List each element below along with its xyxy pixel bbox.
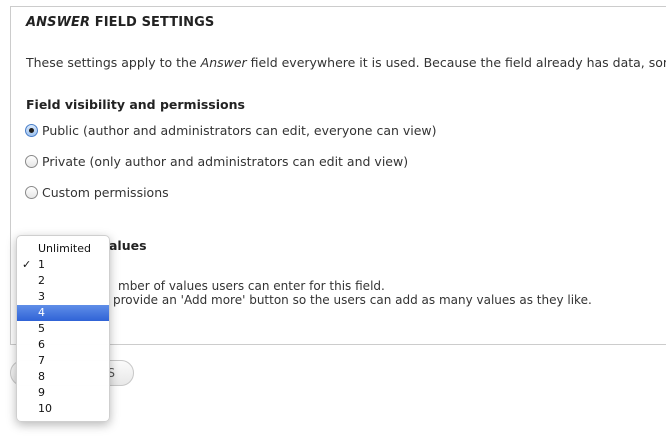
legend-text: FIELD SETTINGS [90, 15, 215, 30]
option-label: 8 [38, 370, 45, 383]
dropdown-option-1[interactable]: ✓ 1 [17, 257, 109, 273]
option-label: Unlimited [38, 242, 91, 255]
values-description-line2: provide an 'Add more' button so the user… [113, 293, 592, 307]
radio-private-button[interactable] [25, 155, 38, 168]
option-label: 10 [38, 402, 52, 415]
intro-prefix: These settings apply to the [26, 55, 201, 70]
option-label: 4 [38, 306, 45, 319]
intro-text: These settings apply to the Answer field… [26, 55, 666, 70]
dropdown-option-3[interactable]: 3 [17, 289, 109, 305]
dropdown-option-8[interactable]: 8 [17, 369, 109, 385]
visibility-section-title: Field visibility and permissions [26, 97, 245, 112]
radio-option-public[interactable]: Public (author and administrators can ed… [25, 123, 437, 138]
dropdown-option-9[interactable]: 9 [17, 385, 109, 401]
radio-option-private[interactable]: Private (only author and administrators … [25, 154, 408, 169]
option-label: 6 [38, 338, 45, 351]
option-label: 7 [38, 354, 45, 367]
radio-custom-button[interactable] [25, 186, 38, 199]
dropdown-option-unlimited[interactable]: Unlimited [17, 241, 109, 257]
intro-field-name: Answer [200, 55, 247, 70]
radio-option-custom[interactable]: Custom permissions [25, 185, 169, 200]
dropdown-option-2[interactable]: 2 [17, 273, 109, 289]
radio-custom-label: Custom permissions [42, 185, 169, 200]
values-description-line1: mber of values users can enter for this … [118, 279, 385, 293]
dropdown-option-5[interactable]: 5 [17, 321, 109, 337]
intro-suffix: field everywhere it is used. Because the… [246, 55, 666, 70]
number-of-values-dropdown[interactable]: Unlimited ✓ 1 2 3 4 5 6 7 8 9 10 [16, 235, 110, 422]
checkmark-icon: ✓ [22, 258, 32, 271]
dropdown-option-7[interactable]: 7 [17, 353, 109, 369]
option-label: 2 [38, 274, 45, 287]
legend-field-name: ANSWER [26, 15, 91, 30]
radio-public-label: Public (author and administrators can ed… [42, 123, 437, 138]
radio-public-button[interactable] [25, 124, 38, 137]
option-label: 5 [38, 322, 45, 335]
dropdown-option-10[interactable]: 10 [17, 401, 109, 417]
dropdown-option-6[interactable]: 6 [17, 337, 109, 353]
dropdown-option-4[interactable]: 4 [17, 305, 109, 321]
radio-private-label: Private (only author and administrators … [42, 154, 409, 169]
fieldset-legend: ANSWER FIELD SETTINGS [26, 15, 214, 30]
option-label: 9 [38, 386, 45, 399]
option-label: 1 [38, 258, 45, 271]
number-of-values-title: alues [109, 238, 147, 253]
option-label: 3 [38, 290, 45, 303]
